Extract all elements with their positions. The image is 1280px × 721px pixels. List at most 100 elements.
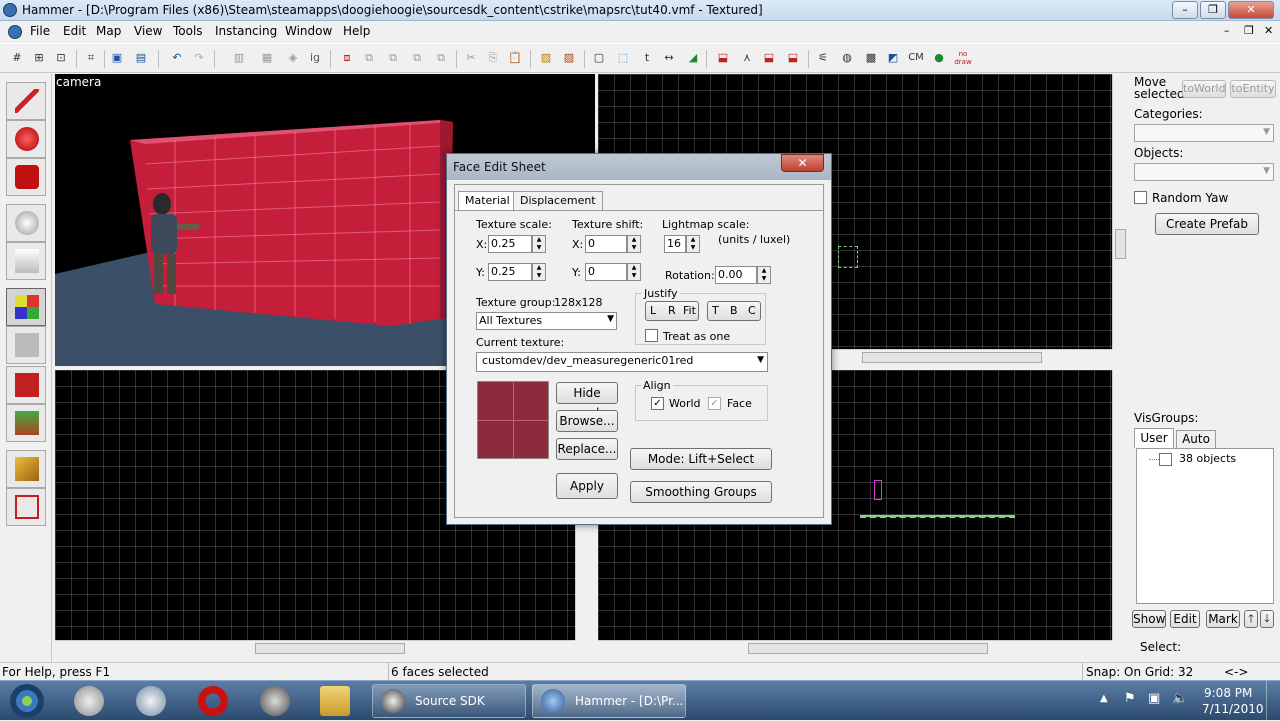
menu-map[interactable]: Map: [96, 24, 121, 38]
tool-vertex[interactable]: [6, 488, 46, 526]
top-view-vscroll[interactable]: [1112, 74, 1128, 349]
paste-icon[interactable]: 📋: [506, 49, 524, 67]
shift-y-spinner[interactable]: ▲ ▼: [627, 263, 641, 281]
visgroup-checkbox[interactable]: [1159, 453, 1172, 466]
vertex-icon[interactable]: ◢: [684, 49, 702, 67]
group-icon[interactable]: ▣: [108, 49, 126, 67]
tool-decal[interactable]: [6, 366, 46, 404]
tool-selection[interactable]: [6, 82, 46, 120]
opera-icon[interactable]: [198, 686, 228, 716]
visgroup-tab-user[interactable]: User: [1134, 428, 1174, 448]
justify-left-button[interactable]: L: [650, 304, 656, 317]
select-cursor-icon[interactable]: ⬚: [614, 49, 632, 67]
rotation-spinner[interactable]: ▲ ▼: [757, 266, 771, 284]
visgroup-edit-button[interactable]: Edit: [1170, 610, 1200, 628]
move-icon[interactable]: ↔: [660, 49, 678, 67]
visgroup-tab-auto[interactable]: Auto: [1176, 430, 1216, 448]
steam-icon[interactable]: [260, 686, 290, 716]
shift-x-spinner[interactable]: ▲ ▼: [627, 235, 641, 253]
tool-block[interactable]: [6, 242, 46, 280]
align-icon[interactable]: ⧉: [360, 49, 378, 67]
scale-x-spinner[interactable]: ▲ ▼: [532, 235, 546, 253]
side-view-vscroll[interactable]: [1112, 370, 1128, 640]
rotate-icon[interactable]: ⧉: [408, 49, 426, 67]
menu-file[interactable]: File: [30, 24, 50, 38]
auto-visgroups-icon[interactable]: ⬓: [760, 49, 778, 67]
taskbar-hammer[interactable]: Hammer - [D:\Pr...: [532, 684, 686, 718]
clock-date[interactable]: 7/11/2010: [1202, 702, 1264, 716]
mdi-restore-button[interactable]: ❐: [1244, 24, 1254, 37]
justify-bottom-button[interactable]: B: [730, 304, 738, 317]
quicklaunch-tool-icon[interactable]: [74, 686, 104, 716]
hammer-app-icon[interactable]: [3, 3, 17, 17]
snap-icon[interactable]: ⌗: [82, 49, 100, 67]
justify-top-button[interactable]: T: [712, 304, 719, 317]
ignore-groups-icon[interactable]: ig: [306, 49, 324, 67]
random-yaw-checkbox[interactable]: [1134, 191, 1147, 204]
clock-time[interactable]: 9:08 PM: [1204, 686, 1252, 700]
to-entity-button[interactable]: toEntity: [1230, 80, 1276, 98]
grid-icon[interactable]: #: [8, 49, 26, 67]
tool-texture-application[interactable]: [6, 288, 46, 326]
menu-help[interactable]: Help: [343, 24, 370, 38]
start-button[interactable]: [10, 684, 44, 718]
tray-expand-icon[interactable]: ▲: [1100, 693, 1108, 704]
mdi-close-button[interactable]: ✕: [1264, 24, 1273, 37]
to-world-button[interactable]: toWorld: [1182, 80, 1226, 98]
visgroup-mark-button[interactable]: Mark: [1206, 610, 1240, 628]
smoothing-groups-button[interactable]: Smoothing Groups: [630, 481, 772, 503]
flip-icon[interactable]: ⧉: [384, 49, 402, 67]
current-texture-select[interactable]: customdev/dev_measuregeneric01red ▼: [476, 352, 768, 372]
arrow-up-icon[interactable]: 🡑: [1244, 610, 1258, 628]
helper-icon[interactable]: ⚟: [814, 49, 832, 67]
folder-icon[interactable]: [320, 686, 350, 716]
mode-button[interactable]: Mode: Lift+Select: [630, 448, 772, 470]
tool-magnify[interactable]: [6, 120, 46, 158]
selection-box-icon[interactable]: ▢: [590, 49, 608, 67]
menu-tools[interactable]: Tools: [173, 24, 203, 38]
hollow-icon[interactable]: ▦: [258, 49, 276, 67]
cordon-icon[interactable]: ⋏: [738, 49, 756, 67]
minimize-button[interactable]: –: [1172, 1, 1198, 19]
justify-center-button[interactable]: C: [748, 304, 756, 317]
scale-x-input[interactable]: 0.25: [488, 235, 532, 253]
cut-icon[interactable]: ✂: [462, 49, 480, 67]
shift-x-input[interactable]: 0: [585, 235, 627, 253]
tool-apply-texture[interactable]: [6, 326, 46, 364]
document-icon[interactable]: [8, 25, 22, 39]
menu-edit[interactable]: Edit: [63, 24, 86, 38]
justify-right-button[interactable]: R: [668, 304, 676, 317]
maximize-button[interactable]: ❐: [1200, 1, 1226, 19]
taskbar-source-sdk[interactable]: Source SDK: [372, 684, 526, 718]
redo-icon[interactable]: ↷: [190, 49, 208, 67]
cm-button[interactable]: CM: [906, 49, 926, 67]
green-icon[interactable]: ●: [930, 49, 948, 67]
tab-material[interactable]: Material: [458, 191, 517, 211]
action-center-icon[interactable]: ⚑: [1124, 691, 1136, 706]
visgroup-tree[interactable]: 38 objects: [1136, 448, 1274, 604]
hatch-icon[interactable]: ▨: [537, 49, 555, 67]
hide-mask-button[interactable]: Hide mask: [556, 382, 618, 420]
dialog-close-button[interactable]: ✕: [781, 154, 824, 172]
mdi-minimize-button[interactable]: –: [1224, 24, 1230, 37]
tool-entity[interactable]: [6, 204, 46, 242]
scale-y-spinner[interactable]: ▲ ▼: [532, 263, 546, 281]
grid-size-icon[interactable]: ⊞: [30, 49, 48, 67]
tie-icon[interactable]: t: [638, 49, 656, 67]
menu-instancing[interactable]: Instancing: [215, 24, 277, 38]
scale-icon[interactable]: ⧉: [432, 49, 450, 67]
menu-window[interactable]: Window: [285, 24, 332, 38]
texture-lock-icon[interactable]: ⧈: [338, 49, 356, 67]
tool-overlay[interactable]: [6, 404, 46, 442]
arrow-down-icon[interactable]: 🡓: [1260, 610, 1274, 628]
browse-button[interactable]: Browse...: [556, 410, 618, 432]
align-face-checkbox[interactable]: ✓: [708, 397, 721, 410]
visgroup-show-button[interactable]: Show: [1132, 610, 1166, 628]
nodraw-button[interactable]: no draw: [952, 49, 974, 67]
grid-larger-icon[interactable]: ⊡: [52, 49, 70, 67]
rotation-input[interactable]: 0.00: [715, 266, 757, 284]
objects-select[interactable]: ▼: [1134, 163, 1274, 181]
prefab-icon[interactable]: ◩: [884, 49, 902, 67]
justify-fit-button[interactable]: Fit: [683, 304, 696, 317]
tool-clipping[interactable]: [6, 450, 46, 488]
